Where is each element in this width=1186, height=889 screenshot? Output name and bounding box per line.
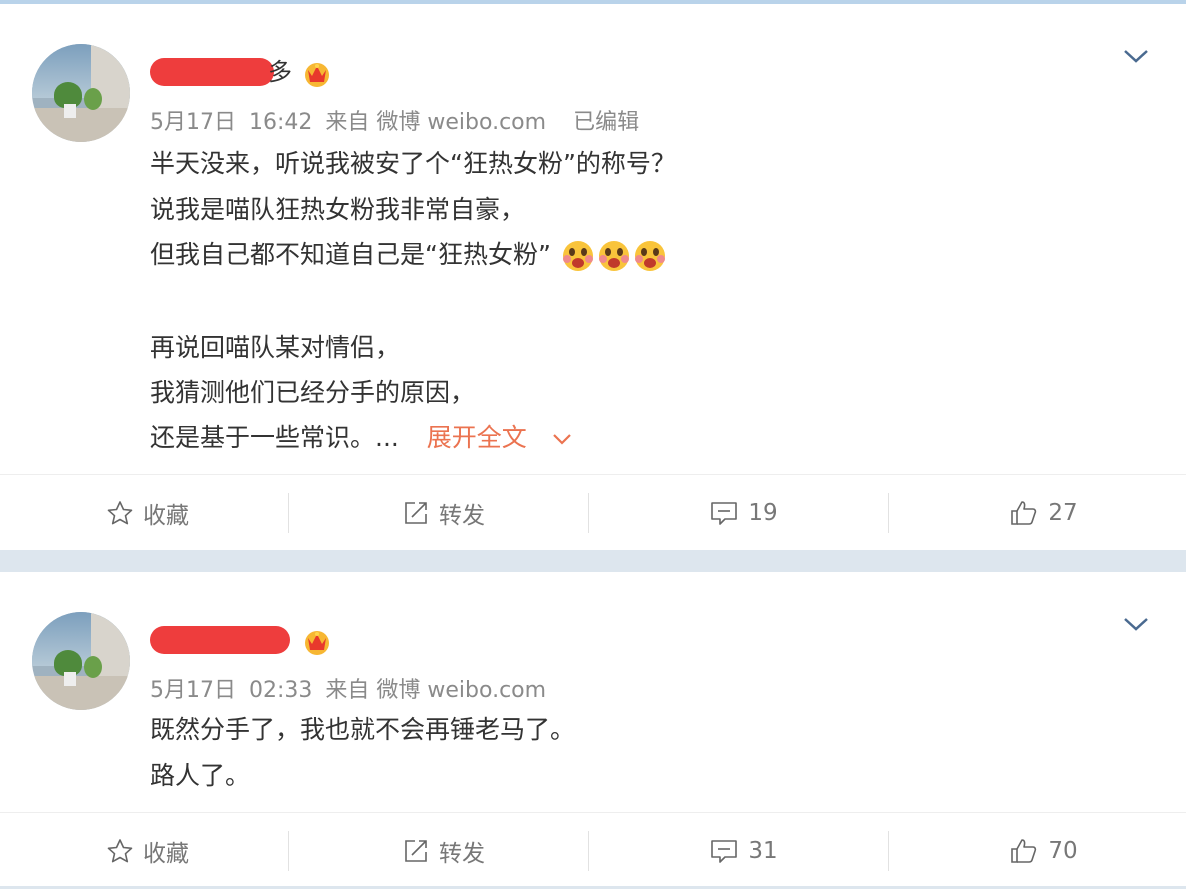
expand-full-text-link[interactable]: 展开全文: [427, 423, 573, 452]
favorite-label[interactable]: 收藏: [143, 834, 189, 868]
post-source: 来自 微博 weibo.com: [325, 678, 547, 703]
action-bar: 收藏 转发 31 70: [0, 812, 1186, 889]
divider: [288, 493, 289, 533]
share-icon: [405, 840, 427, 862]
post-text-line: 路人了。: [150, 761, 251, 790]
post-text-line: 说我是喵队狂热女粉我非常自豪，: [150, 195, 526, 224]
crying-emoji-icon: [634, 241, 665, 271]
thumbs-up-icon: [1011, 839, 1037, 863]
favorite-label[interactable]: 收藏: [143, 496, 189, 530]
post-date[interactable]: 5月17日: [150, 110, 236, 135]
crown-badge-icon[interactable]: [302, 626, 332, 656]
comment-count[interactable]: 31: [748, 838, 777, 864]
post-meta: 5月17日 16:42 来自 微博 weibo.com 已编辑: [150, 104, 645, 136]
share-icon: [405, 502, 427, 524]
post-text-line: 我猜测他们已经分手的原因，: [150, 378, 476, 407]
post-text-line-with-emoji: 但我自己都不知道自己是“狂热女粉”: [150, 239, 667, 273]
repost-label[interactable]: 转发: [439, 834, 485, 868]
action-bar: 收藏 转发 19 27: [0, 474, 1186, 551]
username-redacted[interactable]: [150, 626, 290, 654]
post-source: 来自 微博 weibo.com: [325, 110, 547, 135]
comment-icon: [711, 502, 738, 525]
post-meta: 5月17日 02:33 来自 微博 weibo.com: [150, 672, 552, 704]
comment-button[interactable]: 31: [596, 813, 892, 889]
like-count[interactable]: 27: [1048, 500, 1077, 526]
username-visible-char[interactable]: 多: [268, 58, 292, 86]
thumbs-up-icon: [1011, 501, 1037, 525]
chevron-down-icon[interactable]: [1122, 614, 1150, 634]
star-icon: [107, 501, 133, 525]
repost-button[interactable]: 转发: [296, 813, 592, 889]
repost-button[interactable]: 转发: [296, 475, 592, 551]
like-button[interactable]: 27: [896, 475, 1186, 551]
divider: [288, 831, 289, 871]
weibo-post: 5月17日 02:33 来自 微博 weibo.com 既然分手了，我也就不会再…: [0, 572, 1186, 886]
like-button[interactable]: 70: [896, 813, 1186, 889]
favorite-button[interactable]: 收藏: [0, 813, 296, 889]
divider: [888, 493, 889, 533]
divider: [888, 831, 889, 871]
post-time[interactable]: 02:33: [249, 678, 312, 703]
repost-label[interactable]: 转发: [439, 496, 485, 530]
post-text-line: 半天没来，听说我被安了个“狂热女粉”的称号？: [150, 149, 676, 178]
edited-label[interactable]: 已编辑: [573, 110, 639, 135]
star-icon: [107, 839, 133, 863]
post-text-line: 还是基于一些常识。...: [150, 423, 399, 452]
like-count[interactable]: 70: [1048, 838, 1077, 864]
username-redacted[interactable]: [150, 58, 274, 86]
divider: [588, 831, 589, 871]
chevron-down-icon[interactable]: [1122, 46, 1150, 66]
crying-emoji-icon: [598, 241, 629, 271]
post-date[interactable]: 5月17日: [150, 678, 236, 703]
avatar[interactable]: [32, 612, 130, 710]
avatar[interactable]: [32, 44, 130, 142]
post-text-line: 但我自己都不知道自己是“狂热女粉”: [150, 240, 551, 269]
favorite-button[interactable]: 收藏: [0, 475, 296, 551]
expand-chevron-icon[interactable]: [551, 432, 573, 446]
post-text-line-last: 还是基于一些常识。... 展开全文: [150, 422, 573, 454]
weibo-post: 多 5月17日 16:42 来自 微博 weibo.com 已编辑 半天没来，听…: [0, 4, 1186, 550]
expand-label[interactable]: 展开全文: [427, 423, 527, 452]
comment-count[interactable]: 19: [748, 500, 777, 526]
comment-button[interactable]: 19: [596, 475, 892, 551]
post-time[interactable]: 16:42: [249, 110, 312, 135]
comment-icon: [711, 840, 738, 863]
divider: [588, 493, 589, 533]
crying-emoji-icon: [562, 241, 593, 271]
crown-badge-icon[interactable]: [302, 58, 332, 88]
post-text-line: 既然分手了，我也就不会再锤老马了。: [150, 715, 576, 744]
post-text-line: 再说回喵队某对情侣，: [150, 333, 401, 362]
